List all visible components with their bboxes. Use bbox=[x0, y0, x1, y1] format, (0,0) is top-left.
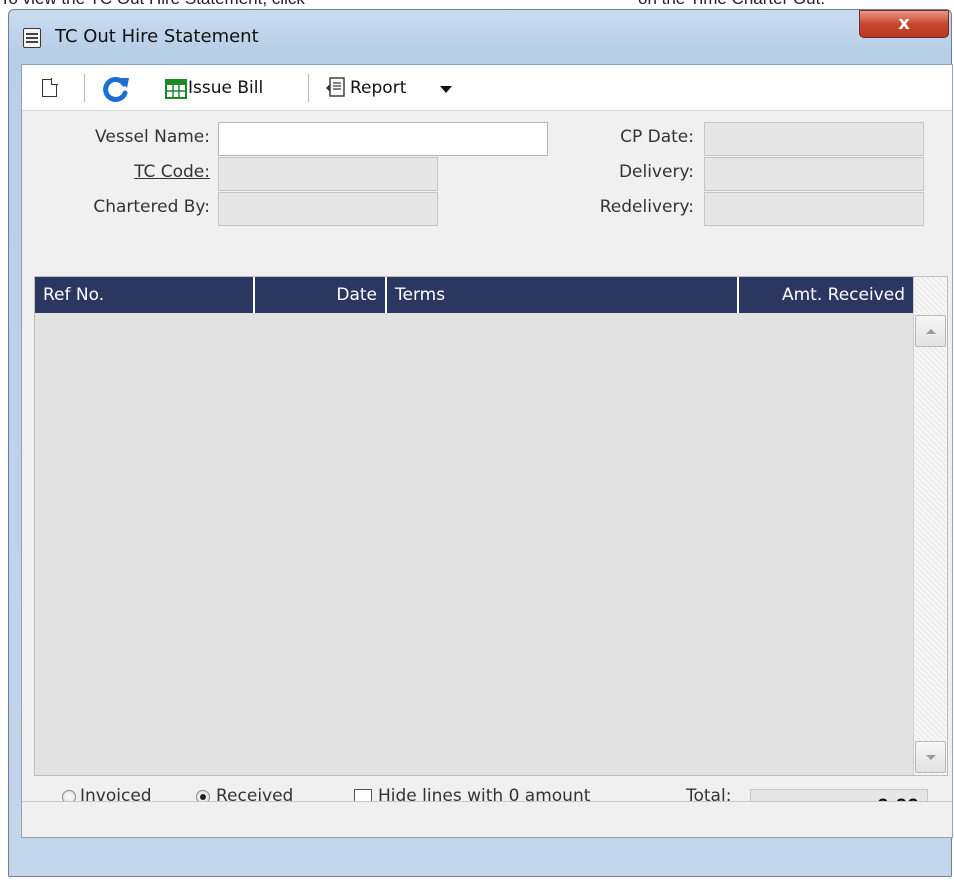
column-date[interactable]: Date bbox=[255, 277, 387, 313]
grid-scrollbar[interactable] bbox=[913, 277, 947, 775]
vessel-name-label: Vessel Name: bbox=[95, 127, 210, 147]
chartered-by-field bbox=[218, 192, 438, 226]
grid-header: Ref No. Date Terms Amt. Received bbox=[35, 277, 913, 313]
redelivery-label: Redelivery: bbox=[599, 197, 694, 217]
toolbar-separator bbox=[84, 74, 85, 102]
refresh-icon[interactable] bbox=[102, 76, 130, 102]
doc-text-left: To view the TC Out Hire Statement, click bbox=[0, 0, 305, 9]
report-icon bbox=[326, 77, 345, 97]
column-amt-received[interactable]: Amt. Received bbox=[739, 277, 913, 313]
issue-bill-label: Issue Bill bbox=[188, 78, 264, 98]
hire-statement-grid[interactable]: Ref No. Date Terms Amt. Received bbox=[34, 276, 948, 776]
form-icon bbox=[23, 28, 41, 48]
column-ref-no[interactable]: Ref No. bbox=[35, 277, 255, 313]
hire-statement-window: TC Out Hire Statement x Issue Bill Repor… bbox=[8, 9, 953, 877]
delivery-field bbox=[704, 157, 924, 191]
scroll-down-button[interactable] bbox=[915, 741, 946, 773]
vessel-name-field[interactable] bbox=[218, 122, 548, 156]
cp-date-label: CP Date: bbox=[620, 127, 694, 147]
toolbar-separator bbox=[308, 74, 309, 102]
chartered-by-label: Chartered By: bbox=[93, 197, 210, 217]
delivery-label: Delivery: bbox=[618, 162, 694, 182]
arrow-down-icon bbox=[926, 755, 936, 760]
report-label: Report bbox=[350, 78, 407, 98]
redelivery-field bbox=[704, 192, 924, 226]
close-button[interactable]: x bbox=[859, 10, 949, 38]
status-bar bbox=[22, 801, 952, 837]
toolbar: Issue Bill Report bbox=[22, 65, 952, 111]
window-title: TC Out Hire Statement bbox=[55, 26, 259, 47]
doc-text-right: on the Time Charter Out. bbox=[638, 0, 825, 9]
title-bar[interactable]: TC Out Hire Statement x bbox=[9, 10, 951, 64]
cp-date-field bbox=[704, 122, 924, 156]
issue-bill-button[interactable]: Issue Bill bbox=[160, 65, 280, 111]
calendar-grid-icon bbox=[165, 79, 187, 99]
tc-code-link[interactable]: TC Code: bbox=[40, 162, 210, 182]
doc-intro-text: To view the TC Out Hire Statement, click… bbox=[0, 0, 954, 9]
scroll-up-button[interactable] bbox=[915, 315, 946, 347]
arrow-up-icon bbox=[926, 329, 936, 334]
column-terms[interactable]: Terms bbox=[387, 277, 739, 313]
window-content: Issue Bill Report Vessel Name: TC Code: … bbox=[21, 64, 953, 838]
tc-code-field bbox=[218, 157, 438, 191]
chevron-down-icon[interactable] bbox=[440, 86, 452, 93]
new-document-icon[interactable] bbox=[42, 78, 58, 97]
